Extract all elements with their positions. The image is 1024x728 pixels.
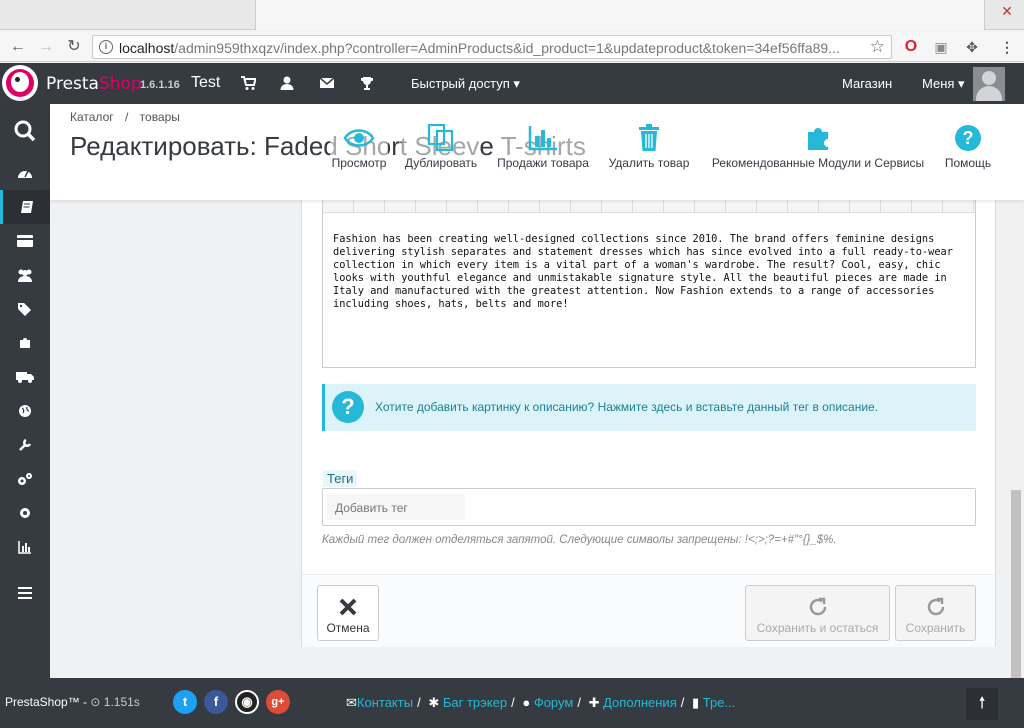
shop-name[interactable]: Test <box>191 74 220 92</box>
customer-icon[interactable] <box>279 75 295 91</box>
question-icon: ? <box>332 391 364 423</box>
back-icon[interactable]: ← <box>8 37 28 57</box>
image-hint-link[interactable]: Хотите добавить картинку к описанию? Наж… <box>375 400 878 414</box>
message-icon[interactable] <box>319 75 335 91</box>
rich-text-toolbar[interactable] <box>322 200 976 212</box>
modules-icon[interactable] <box>0 326 50 360</box>
sidebar-search-icon[interactable] <box>0 114 50 148</box>
description-editor[interactable]: Fashion has been creating well-designed … <box>322 212 976 368</box>
brand-name: PrestaShop <box>46 74 142 94</box>
breadcrumb-separator: / <box>124 110 129 124</box>
price-rules-icon[interactable] <box>0 292 50 326</box>
svg-text:?: ? <box>963 128 974 148</box>
product-sales-button[interactable]: Продажи товара <box>494 124 592 170</box>
recommended-modules-button[interactable]: Рекомендованные Модули и Сервисы <box>706 124 930 170</box>
browser-titlebar: ✕ <box>0 0 1024 32</box>
version-label: 1.6.1.16 <box>140 79 180 91</box>
url-text: localhost/admin959thxqzv/index.php?contr… <box>119 40 840 56</box>
close-icon <box>339 598 357 616</box>
dashboard-icon[interactable] <box>0 156 50 190</box>
refresh-icon <box>809 597 826 616</box>
bookmark-star-icon[interactable]: ☆ <box>870 37 885 57</box>
administration-gear-icon[interactable] <box>0 496 50 530</box>
footer-link-training[interactable]: Тре... <box>703 695 736 710</box>
bug-icon: ✱ <box>428 695 440 710</box>
trophy-icon[interactable] <box>359 75 375 91</box>
address-bar[interactable]: i localhost/admin959thxqzv/index.php?con… <box>92 35 892 59</box>
eye-icon <box>343 129 375 147</box>
browser-toolbar: ← → ↻ i localhost/admin959thxqzv/index.p… <box>0 32 1024 62</box>
localization-icon[interactable] <box>0 394 50 428</box>
view-shop-link[interactable]: Магазин <box>842 76 892 91</box>
footer-links: ✉Контакты / ✱ Баг трэкер / ● Форум / ✚ Допо… <box>346 695 736 710</box>
scroll-to-top-icon[interactable]: 🠕 <box>966 688 998 720</box>
save-button[interactable]: Сохранить <box>895 585 976 641</box>
copy-icon <box>427 124 454 152</box>
add-tag-input[interactable]: Добавить тег <box>327 494 465 520</box>
reload-icon[interactable]: ↻ <box>64 37 84 57</box>
footer-brand: PrestaShop™ - ⊙ 1.151s <box>5 695 140 709</box>
footer-link-bug-tracker[interactable]: Баг трэкер <box>443 695 507 710</box>
admin-header: PrestaShop 1.6.1.16 Test Быстрый доступ … <box>0 63 1024 104</box>
breadcrumb: Каталог / товары <box>70 110 188 124</box>
chrome-menu-icon[interactable]: ⋮ <box>998 38 1016 56</box>
puzzle-small-icon: ✚ <box>588 695 600 710</box>
orders-icon[interactable] <box>0 224 50 258</box>
catalog-icon[interactable] <box>0 190 50 224</box>
question-circle-icon: ? <box>955 125 981 151</box>
tags-field[interactable]: Добавить тег <box>322 488 976 526</box>
facebook-icon[interactable]: f <box>204 690 228 714</box>
employee-menu[interactable]: Меня ▾ <box>922 76 965 92</box>
trash-icon <box>639 124 659 151</box>
advanced-parameters-icon[interactable] <box>0 462 50 496</box>
browser-tab[interactable] <box>255 0 985 30</box>
cart-icon[interactable] <box>240 75 256 91</box>
quick-access-menu[interactable]: Быстрый доступ ▾ <box>411 76 520 92</box>
shipping-icon[interactable] <box>0 360 50 394</box>
stats-icon[interactable] <box>0 530 50 564</box>
move-extension-icon[interactable]: ✥ <box>963 38 981 56</box>
opera-extension-icon[interactable]: O <box>902 38 920 56</box>
comments-icon: ● <box>522 695 531 710</box>
puzzle-icon <box>808 128 828 150</box>
scrollbar-thumb[interactable] <box>1011 490 1021 678</box>
footer-link-addons[interactable]: Дополнения <box>603 695 677 710</box>
preferences-wrench-icon[interactable] <box>0 428 50 462</box>
refresh-icon <box>927 597 944 616</box>
footer-link-contacts[interactable]: Контакты <box>357 695 413 710</box>
page-header: Каталог / товары Редактировать: Faded Sh… <box>50 104 1024 200</box>
customers-icon[interactable] <box>0 258 50 292</box>
help-button[interactable]: ? Помощь <box>942 124 994 170</box>
breadcrumb-catalog[interactable]: Каталог <box>70 110 114 124</box>
bar-chart-icon <box>528 126 557 151</box>
window-close-icon[interactable]: ✕ <box>990 0 1024 24</box>
collapse-menu-icon[interactable] <box>0 576 50 610</box>
save-and-stay-button[interactable]: Сохранить и остаться <box>745 585 890 641</box>
delete-product-button[interactable]: Удалить товар <box>606 124 692 170</box>
book-icon: ▮ <box>691 695 700 710</box>
page-scrollbar[interactable] <box>1008 200 1024 678</box>
envelope-icon: ✉ <box>346 695 357 710</box>
cancel-button[interactable]: Отмена <box>317 585 379 641</box>
form-footer: Отмена Сохранить и остаться Сохранить <box>302 574 995 647</box>
admin-footer: PrestaShop™ - ⊙ 1.151s t f ◉ g+ ✉Контакт… <box>0 678 1024 728</box>
sidebar <box>0 104 50 678</box>
product-form-panel: Fashion has been creating well-designed … <box>301 200 996 647</box>
duplicate-button[interactable]: Дублировать <box>402 124 480 170</box>
breadcrumb-products[interactable]: товары <box>140 110 180 124</box>
avatar[interactable] <box>973 67 1005 101</box>
forward-icon[interactable]: → <box>36 37 56 57</box>
site-info-icon[interactable]: i <box>99 40 113 54</box>
footer-link-forum[interactable]: Форум <box>534 695 574 710</box>
prestashop-logo[interactable] <box>2 65 38 101</box>
twitter-icon[interactable]: t <box>173 690 197 714</box>
github-icon[interactable]: ◉ <box>235 690 259 714</box>
image-hint-alert: ? Хотите добавить картинку к описанию? Н… <box>322 384 976 431</box>
preview-button[interactable]: Просмотр <box>330 124 388 170</box>
extension-icon[interactable]: ▣ <box>932 38 950 56</box>
tags-label: Теги <box>323 470 358 487</box>
google-plus-icon[interactable]: g+ <box>266 690 290 714</box>
tags-help-text: Каждый тег должен отделяться запятой. Сл… <box>322 534 837 546</box>
